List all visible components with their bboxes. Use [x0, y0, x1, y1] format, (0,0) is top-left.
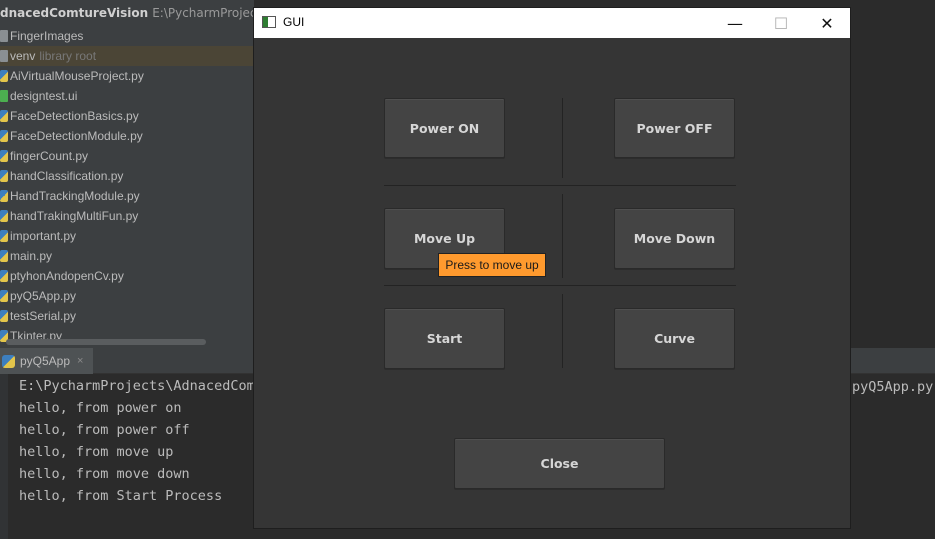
horizontal-divider [384, 285, 736, 286]
console-line: hello, from Start Process [19, 488, 223, 504]
minimize-button[interactable]: — [712, 8, 758, 38]
move-up-tooltip: Press to move up [438, 253, 546, 277]
tree-item[interactable]: testSerial.py [0, 306, 254, 326]
console-line: hello, from power off [19, 422, 190, 438]
ui-file-icon [0, 90, 8, 102]
vertical-divider [562, 98, 563, 178]
tree-item[interactable]: main.py [0, 246, 254, 266]
power-on-button[interactable]: Power ON [384, 98, 505, 158]
console-line: hello, from move down [19, 466, 190, 482]
move-down-button[interactable]: Move Down [614, 208, 735, 269]
tree-item-label: main.py [10, 249, 53, 263]
tree-item[interactable]: designtest.ui [0, 86, 254, 106]
tree-item-label: designtest.ui [10, 89, 78, 103]
horizontal-divider [384, 185, 736, 186]
tree-item[interactable]: important.py [0, 226, 254, 246]
python-file-icon [0, 250, 8, 262]
tree-item[interactable]: FingerImages [0, 26, 254, 46]
editor-area [850, 0, 935, 348]
python-file-icon [0, 110, 8, 122]
python-file-icon [0, 310, 8, 322]
tree-item-label: pyQ5App.py [10, 289, 77, 303]
python-file-icon [0, 290, 8, 302]
close-window-button[interactable]: ✕ [804, 8, 850, 38]
curve-button[interactable]: Curve [614, 308, 735, 369]
python-file-icon [0, 130, 8, 142]
tree-item[interactable]: venv library root [0, 46, 254, 66]
tree-item[interactable]: handTrakingMultiFun.py [0, 206, 254, 226]
tree-item[interactable]: fingerCount.py [0, 146, 254, 166]
tree-item-hint: library root [39, 49, 97, 63]
console-gutter [0, 374, 8, 539]
run-tab-pyq5app[interactable]: pyQ5App × [0, 348, 94, 374]
tree-item-label: venv [10, 49, 36, 63]
console-line: hello, from power on [19, 400, 182, 416]
project-panel: dnacedComtureVisionE:\PycharmProjects\Ad… [0, 0, 254, 348]
console-line: E:\PycharmProjects\AdnacedComt [19, 378, 263, 394]
app-icon [262, 16, 276, 28]
python-icon [2, 354, 15, 368]
maximize-button[interactable]: ☐ [758, 8, 804, 38]
console-line: hello, from move up [19, 444, 174, 460]
tree-item-label: handTrakingMultiFun.py [10, 209, 139, 223]
tree-item-label: testSerial.py [10, 309, 77, 323]
start-button[interactable]: Start [384, 308, 505, 369]
project-header[interactable]: dnacedComtureVisionE:\PycharmProjects\Ad… [0, 6, 254, 26]
window-title: GUI [283, 15, 305, 29]
console-line-tail: pyQ5App.py [852, 379, 934, 395]
vertical-divider [562, 294, 563, 368]
run-tab-label: pyQ5App [20, 354, 71, 368]
tree-item-label: ptyhonAndopenCv.py [10, 269, 124, 283]
title-bar[interactable]: GUI — ☐ ✕ [254, 8, 850, 38]
power-off-button[interactable]: Power OFF [614, 98, 735, 158]
tree-item[interactable]: FaceDetectionModule.py [0, 126, 254, 146]
editor-top-strip [254, 0, 935, 8]
tree-item[interactable]: handClassification.py [0, 166, 254, 186]
folder-icon [0, 50, 8, 62]
tree-item-label: AiVirtualMouseProject.py [10, 69, 144, 83]
python-file-icon [0, 190, 8, 202]
tree-item-label: handClassification.py [10, 169, 124, 183]
folder-icon [0, 30, 8, 42]
python-file-icon [0, 270, 8, 282]
project-name: dnacedComtureVision [0, 6, 149, 20]
python-file-icon [0, 150, 8, 162]
tree-item[interactable]: HandTrackingModule.py [0, 186, 254, 206]
tree-item[interactable]: pyQ5App.py [0, 286, 254, 306]
close-button[interactable]: Close [454, 438, 665, 489]
python-file-icon [0, 70, 8, 82]
tree-item-label: HandTrackingModule.py [10, 189, 140, 203]
python-file-icon [0, 210, 8, 222]
tree-item[interactable]: ptyhonAndopenCv.py [0, 266, 254, 286]
gui-window: GUI — ☐ ✕ Power ON Power OFF Move Up Mov… [254, 8, 850, 528]
tree-item[interactable]: AiVirtualMouseProject.py [0, 66, 254, 86]
tree-item-label: FingerImages [10, 29, 84, 43]
tree-item-label: important.py [10, 229, 77, 243]
close-icon[interactable]: × [77, 355, 83, 367]
tree-item-label: fingerCount.py [10, 149, 89, 163]
project-path: E:\PycharmProjects\Adn [152, 6, 254, 20]
python-file-icon [0, 230, 8, 242]
tree-item[interactable]: FaceDetectionBasics.py [0, 106, 254, 126]
tree-item-label: FaceDetectionModule.py [10, 129, 143, 143]
tree-item-label: FaceDetectionBasics.py [10, 109, 139, 123]
python-file-icon [0, 170, 8, 182]
vertical-divider [562, 194, 563, 278]
horizontal-scrollbar[interactable] [6, 339, 206, 345]
